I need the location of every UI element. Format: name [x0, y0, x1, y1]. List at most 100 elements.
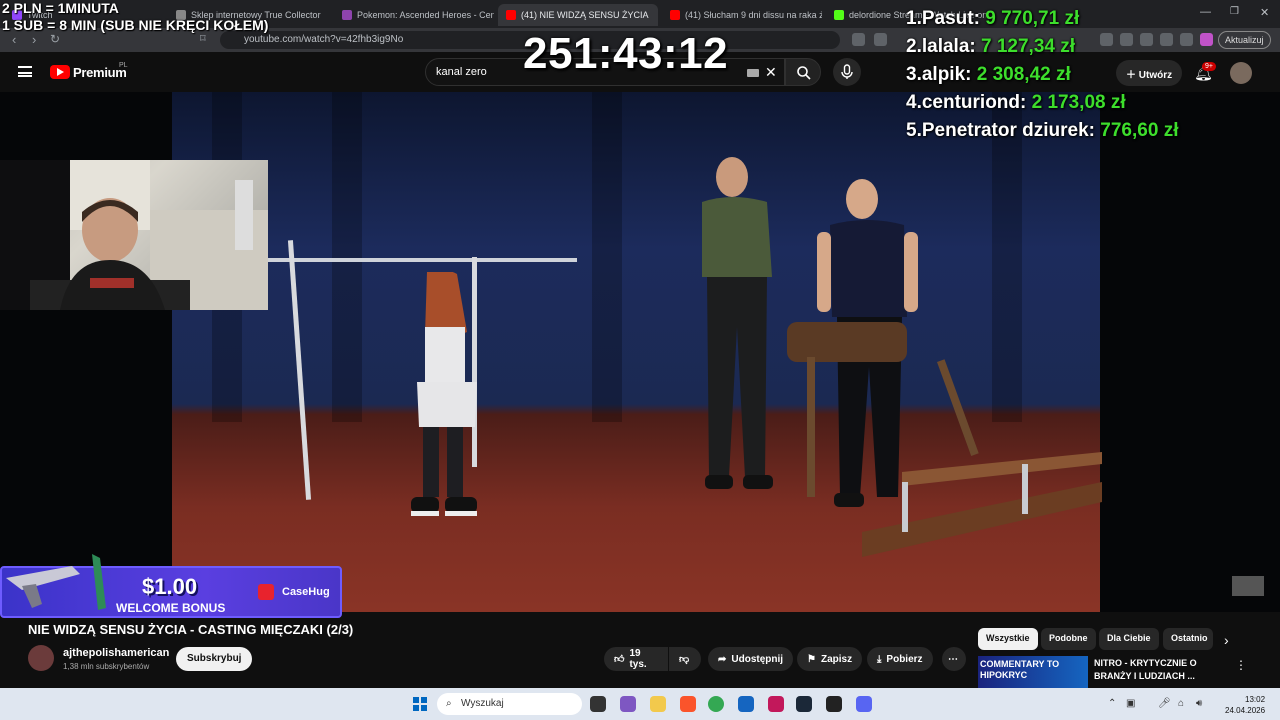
donation-amount: 2 308,42 zł: [976, 64, 1071, 85]
mic-icon: [841, 64, 853, 79]
window-close-icon[interactable]: ✕: [1260, 6, 1269, 19]
video-title: NIE WIDZĄ SENSU ŻYCIA - CASTING MIĘCZAKI…: [28, 622, 354, 637]
gym-stand: [287, 240, 312, 500]
youtube-logo-icon[interactable]: [50, 65, 70, 79]
subscribe-button[interactable]: Subskrybuj: [176, 647, 253, 671]
back-icon[interactable]: ‹: [12, 32, 16, 47]
miniplayer-thumbnail[interactable]: [1232, 576, 1264, 596]
taskbar-search[interactable]: Wyszukaj: [437, 693, 582, 715]
dislike-button[interactable]: 👎︎: [669, 647, 701, 671]
channel-avatar[interactable]: [28, 645, 54, 671]
maximize-icon[interactable]: ❐: [1230, 6, 1239, 17]
gym-bar: [267, 258, 577, 262]
tray-chevron-icon[interactable]: ⌃: [1108, 698, 1116, 709]
volume-icon[interactable]: 🔊︎: [1196, 698, 1202, 709]
leaderboard-row: 5.Penetrator dziurek: 776,60 zł: [906, 120, 1178, 148]
leaderboard-row: 3.alpik: 2 308,42 zł: [906, 64, 1178, 92]
menu-icon[interactable]: [18, 66, 32, 77]
forward-icon[interactable]: ›: [32, 32, 36, 47]
reload-icon[interactable]: ↻: [50, 32, 60, 46]
task-view-icon[interactable]: [590, 696, 606, 712]
tray-mic-icon[interactable]: 🎤︎: [1158, 698, 1171, 709]
rate-line-1: 2 PLN = 1MINUTA: [2, 0, 119, 16]
keyboard-icon[interactable]: [747, 69, 759, 77]
rank: 2.: [906, 36, 922, 57]
obs-icon[interactable]: [826, 696, 842, 712]
rank: 1.: [906, 8, 922, 29]
chrome-icon[interactable]: [708, 696, 724, 712]
tab-label: Pokemon: Ascended Heroes - Ceny I: [357, 10, 494, 20]
bookmark-icon[interactable]: ⌑: [200, 32, 206, 45]
donation-amount: 776,60 zł: [1100, 120, 1179, 141]
youtube-favicon: [506, 10, 516, 20]
copilot-icon[interactable]: [620, 696, 636, 712]
kebab-menu-icon[interactable]: ⋮: [1235, 658, 1247, 672]
share-button[interactable]: ➦ Udostępnij: [708, 647, 794, 671]
bonus-label: WELCOME BONUS: [116, 601, 226, 615]
bonus-amount: $1.00: [142, 574, 198, 599]
donation-leaderboard: 1.Pasut: 9 770,71 zł 2.lalala: 7 127,34 …: [906, 8, 1178, 148]
kick-favicon: [834, 10, 844, 20]
recommendation-thumbnail[interactable]: COMMENTARY TO HIPOKRYC: [978, 656, 1088, 688]
chip-recent[interactable]: Ostatnio: [1163, 628, 1213, 650]
share-icon[interactable]: [874, 33, 887, 46]
streamer-webcam: [0, 160, 268, 310]
welcome-bonus-banner: $1.00 WELCOME BONUS CaseHug: [0, 554, 342, 618]
voice-search-button[interactable]: [833, 58, 861, 86]
steam-icon[interactable]: [796, 696, 812, 712]
casehug-logo-icon: [258, 584, 274, 600]
search-button[interactable]: [785, 58, 821, 86]
extension-icon[interactable]: [852, 33, 865, 46]
opera-icon[interactable]: [768, 696, 784, 712]
subathon-timer: 251:43:12: [523, 29, 729, 78]
more-icon: ⋯: [948, 653, 958, 665]
rank: 5.: [906, 120, 922, 141]
store-icon[interactable]: [738, 696, 754, 712]
donor-name: Pasut:: [921, 8, 980, 29]
file-explorer-icon[interactable]: [650, 696, 666, 712]
brave-icon[interactable]: [680, 696, 696, 712]
recommendation-title[interactable]: NITRO - KRYTYCZNIE O BRANŻY I LUDZIACH .…: [1094, 657, 1224, 683]
chip-related[interactable]: Podobne: [1041, 628, 1096, 650]
ai-icon[interactable]: [1200, 33, 1213, 46]
search-icon: [797, 66, 811, 80]
windows-start-icon[interactable]: [413, 697, 427, 711]
chip-all[interactable]: Wszystkie: [978, 628, 1038, 650]
more-actions-button[interactable]: ⋯: [942, 647, 966, 671]
minimize-icon[interactable]: —: [1200, 6, 1211, 18]
download-icon: ⤓: [877, 653, 882, 665]
download-label: Pobierz: [886, 653, 923, 665]
gym-bench: [862, 452, 1102, 557]
person-figure: [411, 272, 477, 516]
save-button[interactable]: ⚑ Zapisz: [797, 647, 863, 671]
download-button[interactable]: ⤓ Pobierz: [867, 647, 933, 671]
chip-for-you[interactable]: Dla Ciebie: [1099, 628, 1159, 650]
knife-icon: [6, 554, 106, 610]
leaderboard-row: 2.lalala: 7 127,34 zł: [906, 36, 1178, 64]
avatar[interactable]: [1230, 62, 1252, 84]
tab-youtube-active[interactable]: (41) NIE WIDZĄ SENSU ŻYCIA ✕: [498, 4, 658, 26]
thumbnail-text: COMMENTARY TO HIPOKRYC: [980, 659, 1060, 680]
share-label: Udostępnij: [731, 653, 784, 665]
donor-name: centuriond:: [921, 92, 1027, 113]
tab-label: (41) Słucham 9 dni dissu na raka żeby: [685, 10, 822, 20]
update-button[interactable]: Aktualizuj: [1218, 31, 1271, 49]
chevron-right-icon[interactable]: ›: [1224, 632, 1229, 648]
donation-amount: 9 770,71 zł: [985, 8, 1080, 29]
channel-name[interactable]: ajthepolishamerican: [63, 647, 169, 659]
discord-icon[interactable]: [856, 696, 872, 712]
clock-date: 24.04.2026: [1225, 706, 1266, 715]
shield-icon[interactable]: [1180, 33, 1193, 46]
network-icon[interactable]: ⌂: [1178, 698, 1184, 709]
like-button[interactable]: 👍︎ 19 tys.: [604, 647, 668, 671]
tray-app-icon[interactable]: ▣: [1126, 698, 1135, 709]
curtain-fold: [332, 92, 362, 422]
tab-youtube-2[interactable]: (41) Słucham 9 dni dissu na raka żeby: [662, 4, 822, 26]
tab-pokemon[interactable]: Pokemon: Ascended Heroes - Ceny I: [334, 4, 494, 26]
casehug-brand: CaseHug: [282, 586, 330, 598]
leaderboard-row: 4.centuriond: 2 173,08 zł: [906, 92, 1178, 120]
windows-taskbar: Wyszukaj ⌕ ⌃ ▣ 🎤︎ ⌂ 🔊︎ 13:02 24.04.2026: [0, 688, 1280, 720]
taskbar-clock[interactable]: 13:02 24.04.2026: [1225, 694, 1265, 716]
clear-search-icon[interactable]: ✕: [765, 64, 777, 81]
video-frame: [172, 92, 1102, 612]
